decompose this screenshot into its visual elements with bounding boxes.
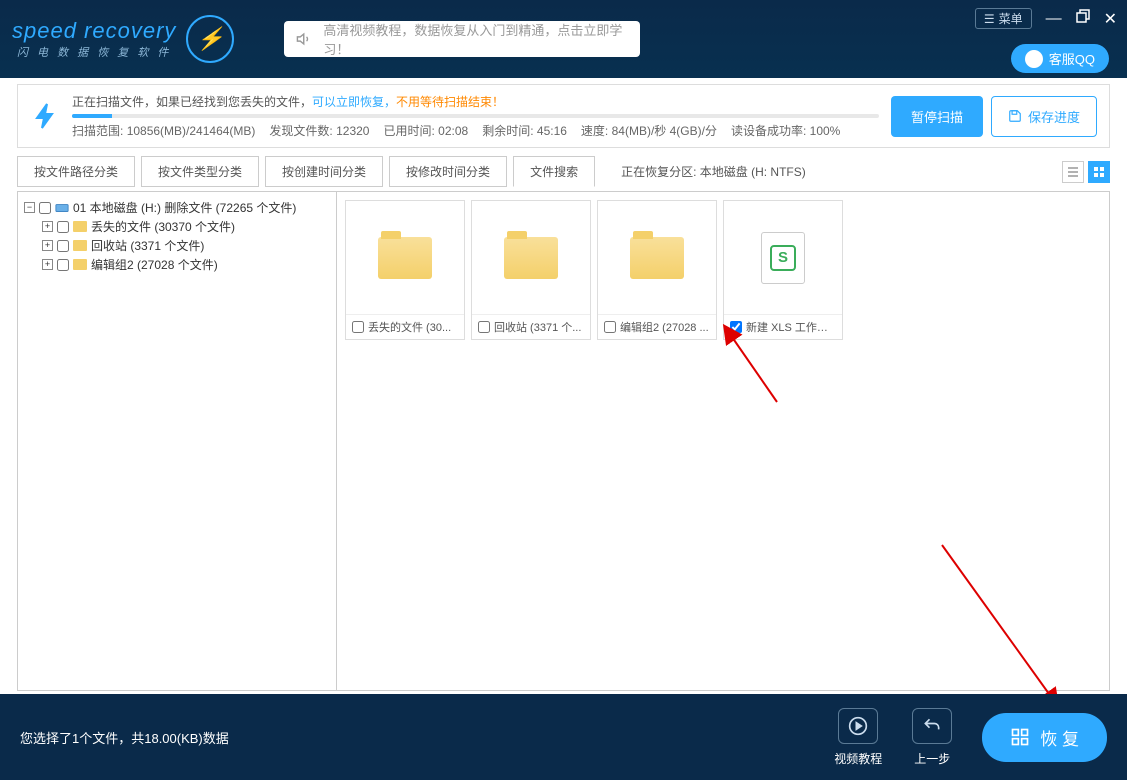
play-icon [838,708,878,744]
tab-by-modified[interactable]: 按修改时间分类 [389,156,507,187]
back-icon [912,708,952,744]
scan-title: 正在扫描文件，如果已经找到您丢失的文件，可以立即恢复，不用等待扫描结束！ [72,93,879,110]
tree-expand-icon[interactable]: + [42,240,53,251]
recover-button[interactable]: 恢 复 [982,713,1107,762]
folder-icon [378,237,432,279]
minimize-button[interactable]: — [1046,10,1062,28]
file-item-folder[interactable]: 丢失的文件 (30... [345,200,465,340]
folder-tree[interactable]: − 01 本地磁盘 (H:) 删除文件 (72265 个文件) + 丢失的文件 … [17,191,337,691]
xls-file-icon: S [761,232,805,284]
tree-node[interactable]: + 编辑组2 (27028 个文件) [42,255,330,274]
file-checkbox[interactable] [352,321,364,333]
tutorial-banner[interactable]: 高清视频教程，数据恢复从入门到精通，点击立即学习！ [284,21,640,57]
annotation-arrow [727,332,787,417]
save-progress-button[interactable]: 保存进度 [991,96,1097,137]
file-item-xls[interactable]: S 新建 XLS 工作表... [723,200,843,340]
tabs-row: 按文件路径分类 按文件类型分类 按创建时间分类 按修改时间分类 文件搜索 正在恢… [17,156,1110,187]
support-button[interactable]: 客服QQ [1011,44,1109,73]
recover-icon [1010,727,1030,747]
folder-icon [73,240,87,251]
app-header: speed recovery 闪 电 数 据 恢 复 软 件 ⚡ 高清视频教程，… [0,0,1127,78]
view-list-button[interactable] [1062,161,1084,183]
tab-by-type[interactable]: 按文件类型分类 [141,156,259,187]
tree-expand-icon[interactable]: + [42,221,53,232]
tab-by-path[interactable]: 按文件路径分类 [17,156,135,187]
selection-status: 您选择了1个文件，共18.00(KB)数据 [20,728,229,747]
video-tutorial-button[interactable]: 视频教程 [834,708,882,767]
scan-stats: 扫描范围: 10856(MB)/241464(MB) 发现文件数: 12320 … [72,122,879,139]
logo-sub-text: 闪 电 数 据 恢 复 软 件 [12,44,176,60]
tutorial-text: 高清视频教程，数据恢复从入门到精通，点击立即学习！ [323,20,628,58]
file-checkbox[interactable] [478,321,490,333]
file-grid: 丢失的文件 (30... 回收站 (3371 个... 编辑组2 (27028 … [337,191,1110,691]
pause-scan-button[interactable]: 暂停扫描 [891,96,983,137]
drive-icon [55,201,69,215]
partition-info: 正在恢复分区: 本地磁盘 (H: NTFS) [621,163,806,180]
tree-node[interactable]: + 丢失的文件 (30370 个文件) [42,217,330,236]
tree-checkbox[interactable] [57,221,69,233]
main-content: − 01 本地磁盘 (H:) 删除文件 (72265 个文件) + 丢失的文件 … [17,191,1110,691]
tree-root[interactable]: − 01 本地磁盘 (H:) 删除文件 (72265 个文件) [24,198,330,217]
menu-icon: ☰ [984,12,995,26]
tree-checkbox[interactable] [57,259,69,271]
maximize-button[interactable] [1076,9,1090,28]
view-grid-button[interactable] [1088,161,1110,183]
tree-expand-icon[interactable]: + [42,259,53,270]
tree-checkbox[interactable] [57,240,69,252]
folder-icon [504,237,558,279]
file-item-folder[interactable]: 回收站 (3371 个... [471,200,591,340]
avatar-icon [1025,50,1043,68]
tree-node[interactable]: + 回收站 (3371 个文件) [42,236,330,255]
close-button[interactable]: ✕ [1104,9,1117,29]
tree-collapse-icon[interactable]: − [24,202,35,213]
tree-root-checkbox[interactable] [39,202,51,214]
folder-icon [73,221,87,232]
save-icon [1008,109,1022,123]
tab-file-search[interactable]: 文件搜索 [513,156,595,187]
back-button[interactable]: 上一步 [912,708,952,767]
folder-icon [630,237,684,279]
app-logo: speed recovery 闪 电 数 据 恢 复 软 件 ⚡ [12,15,234,63]
speaker-icon [296,30,313,48]
tab-by-created[interactable]: 按创建时间分类 [265,156,383,187]
logo-main-text: speed recovery [12,18,176,44]
scan-status-bar: 正在扫描文件，如果已经找到您丢失的文件，可以立即恢复，不用等待扫描结束！ 扫描范… [17,84,1110,148]
file-checkbox[interactable] [730,321,742,333]
window-controls: ☰ 菜单 — ✕ [975,8,1117,29]
file-item-folder[interactable]: 编辑组2 (27028 ... [597,200,717,340]
menu-button[interactable]: ☰ 菜单 [975,8,1032,29]
app-footer: 您选择了1个文件，共18.00(KB)数据 视频教程 上一步 恢 复 [0,694,1127,780]
file-checkbox[interactable] [604,321,616,333]
scan-icon [30,101,60,131]
scan-progress-bar [72,114,879,118]
logo-bolt-icon: ⚡ [186,15,234,63]
folder-icon [73,259,87,270]
